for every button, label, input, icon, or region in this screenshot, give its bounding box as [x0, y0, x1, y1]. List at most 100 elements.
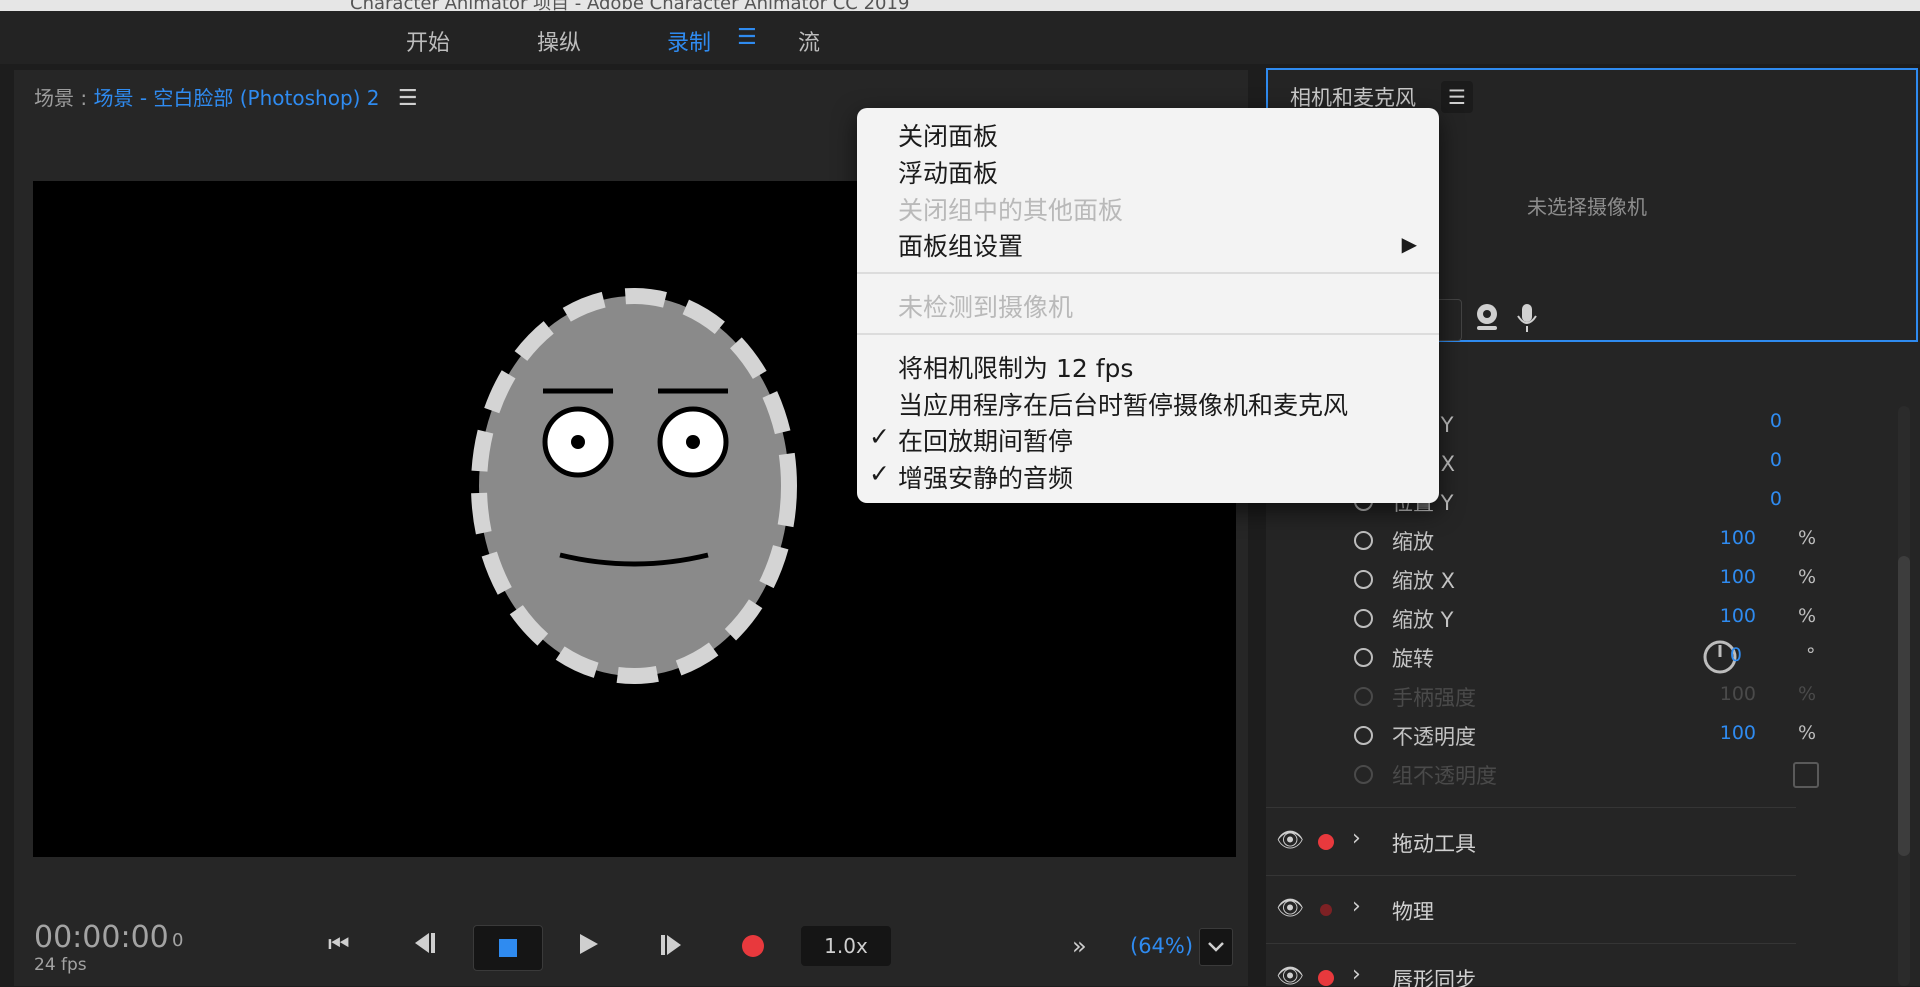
menu-item-close-other-panels: 关闭组中的其他面板: [898, 191, 1123, 227]
property-unit: %: [1798, 527, 1817, 549]
menu-item-undock-panel[interactable]: 浮动面板: [898, 154, 998, 190]
scene-menu-icon[interactable]: ☰: [398, 86, 418, 111]
chevron-right-icon[interactable]: ›: [1352, 826, 1361, 851]
eye-icon[interactable]: 👁: [1276, 964, 1304, 987]
property-row[interactable]: 缩放 X 100 %: [1266, 561, 1826, 599]
workspace-menu-icon[interactable]: ☰: [737, 25, 757, 50]
zoom-dropdown[interactable]: [1199, 928, 1233, 966]
fast-forward-icon[interactable]: »: [1072, 932, 1087, 960]
menu-item-label: 增强安静的音频: [898, 464, 1074, 493]
record-button[interactable]: [742, 935, 764, 957]
chevron-right-icon[interactable]: ›: [1352, 962, 1361, 987]
menu-item-label: 未检测到摄像机: [898, 293, 1074, 322]
property-row: 手柄强度 100 %: [1266, 678, 1826, 716]
record-arm-icon[interactable]: [1320, 904, 1332, 916]
behavior-row-physics[interactable]: 👁 › 物理: [1266, 875, 1796, 942]
property-row[interactable]: 不透明度 100 %: [1266, 717, 1826, 755]
behavior-row-drag-tool[interactable]: 👁 › 拖动工具: [1266, 807, 1796, 874]
property-radio[interactable]: [1354, 726, 1373, 745]
properties-scrollbar[interactable]: [1898, 406, 1910, 986]
property-value: 100: [1719, 683, 1756, 705]
menu-item-label: 面板组设置: [898, 232, 1024, 261]
property-radio[interactable]: [1354, 648, 1373, 667]
property-label: 缩放 X: [1392, 569, 1456, 593]
menu-item-label: 关闭组中的其他面板: [898, 196, 1124, 225]
menu-separator: [857, 272, 1439, 274]
checkmark-icon: ✓: [869, 422, 890, 451]
property-row[interactable]: 缩放 Y 100 %: [1266, 600, 1826, 638]
step-back-icon[interactable]: [411, 930, 439, 962]
face-outline: [471, 288, 797, 684]
property-radio[interactable]: [1354, 609, 1373, 628]
tab-rig[interactable]: 操纵: [537, 25, 581, 57]
webcam-icon[interactable]: [1473, 302, 1501, 338]
window-titlebar: Character Animator 项目 - Adobe Character …: [0, 0, 1920, 11]
behavior-row-lip-sync[interactable]: 👁 › 唇形同步: [1266, 943, 1796, 987]
chevron-down-icon: [1208, 942, 1224, 952]
stop-button[interactable]: [473, 925, 543, 971]
menu-item-label: 在回放期间暂停: [898, 427, 1074, 456]
property-value[interactable]: 0: [1770, 449, 1782, 471]
tab-stream[interactable]: 流: [798, 25, 820, 57]
menu-item-pause-during-playback[interactable]: ✓ 在回放期间暂停: [869, 422, 1074, 458]
behavior-label: 拖动工具: [1392, 832, 1476, 856]
menu-item-pause-in-background[interactable]: 当应用程序在后台时暂停摄像机和麦克风: [898, 386, 1348, 422]
frame-rate: 24 fps: [34, 955, 87, 975]
property-unit: °: [1806, 644, 1816, 666]
property-value[interactable]: 0: [1770, 488, 1782, 510]
property-label: 组不透明度: [1392, 764, 1497, 788]
property-value[interactable]: 0: [1770, 410, 1782, 432]
behavior-label: 唇形同步: [1392, 968, 1476, 987]
window-title: Character Animator 项目 - Adobe Character …: [350, 0, 910, 11]
property-value[interactable]: 100: [1720, 722, 1756, 744]
go-to-start-icon[interactable]: ⏮: [328, 930, 350, 958]
property-label: 缩放 Y: [1392, 608, 1454, 632]
eye-icon[interactable]: 👁: [1276, 828, 1304, 853]
property-label: 不透明度: [1392, 725, 1476, 749]
step-forward-icon[interactable]: [658, 932, 686, 964]
property-value[interactable]: 100: [1720, 566, 1756, 588]
scrollbar-thumb[interactable]: [1898, 556, 1910, 856]
eye-icon[interactable]: 👁: [1276, 896, 1304, 921]
workspace-nav: 开始 操纵 录制 ☰ 流: [0, 11, 1920, 64]
menu-item-no-camera: 未检测到摄像机: [898, 288, 1073, 324]
property-unit: %: [1798, 722, 1817, 744]
menu-item-label: 关闭面板: [898, 122, 999, 151]
menu-item-limit-camera-fps[interactable]: 将相机限制为 12 fps: [898, 349, 1133, 385]
property-radio[interactable]: [1354, 531, 1373, 550]
menu-item-label: 将相机限制为 12 fps: [898, 354, 1134, 383]
zoom-level[interactable]: (64%): [1130, 934, 1193, 958]
chevron-right-icon[interactable]: ›: [1352, 894, 1361, 919]
record-arm-icon[interactable]: [1318, 834, 1334, 850]
property-value[interactable]: 0: [1730, 644, 1742, 666]
tab-record[interactable]: 录制: [667, 25, 711, 57]
microphone-icon[interactable]: [1515, 302, 1539, 338]
property-value[interactable]: 100: [1720, 527, 1756, 549]
menu-item-panel-group-settings[interactable]: 面板组设置: [898, 227, 1023, 263]
property-radio[interactable]: [1354, 570, 1373, 589]
behavior-label: 物理: [1392, 900, 1434, 924]
play-icon[interactable]: [576, 932, 600, 962]
tab-start[interactable]: 开始: [406, 25, 450, 57]
property-row[interactable]: 旋转 0 °: [1266, 639, 1826, 677]
record-arm-icon[interactable]: [1318, 970, 1334, 986]
playback-speed[interactable]: 1.0x: [801, 926, 891, 966]
scene-name[interactable]: 场景 - 空白脸部 (Photoshop) 2: [93, 86, 379, 110]
menu-separator: [857, 333, 1439, 335]
property-radio: [1354, 687, 1373, 706]
property-row: 组不透明度: [1266, 756, 1826, 794]
camera-panel-menu-icon[interactable]: ☰: [1441, 81, 1473, 113]
no-camera-message: 未选择摄像机: [1527, 195, 1647, 219]
scene-prefix: 场景 :: [34, 86, 88, 110]
menu-item-label: 当应用程序在后台时暂停摄像机和麦克风: [898, 391, 1349, 420]
property-value[interactable]: 100: [1720, 605, 1756, 627]
menu-item-label: 浮动面板: [898, 159, 999, 188]
submenu-arrow-icon: ▶: [1401, 232, 1417, 256]
property-label: 缩放: [1392, 530, 1434, 554]
group-opacity-checkbox: [1793, 762, 1819, 788]
menu-item-close-panel[interactable]: 关闭面板: [898, 117, 998, 153]
frame-number: 0: [172, 930, 184, 951]
property-row[interactable]: 缩放 100 %: [1266, 522, 1826, 560]
timecode[interactable]: 00:00:00: [34, 920, 169, 955]
menu-item-boost-quiet-audio[interactable]: ✓ 增强安静的音频: [869, 459, 1074, 495]
